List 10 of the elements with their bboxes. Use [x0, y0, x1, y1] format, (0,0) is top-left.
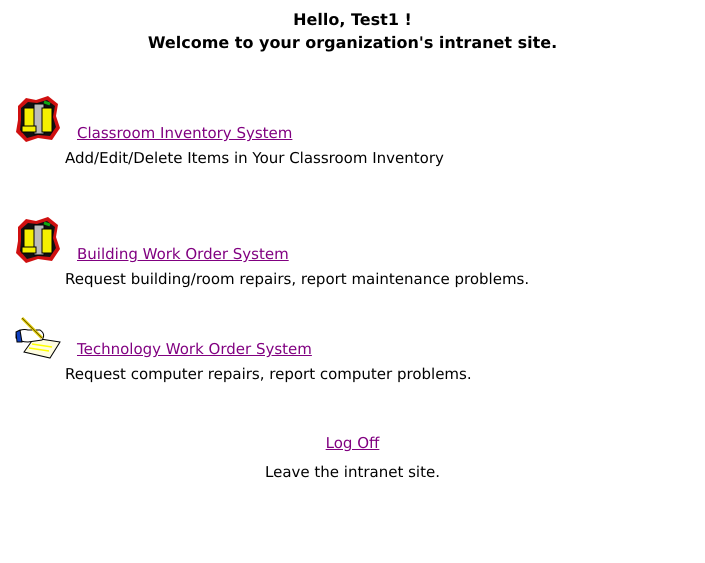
system-link[interactable]: Building Work Order System — [77, 243, 289, 265]
link-description: Request computer repairs, report computer problems. — [64, 364, 473, 385]
log-off-link[interactable]: Log Off — [326, 429, 380, 458]
greeting-heading: Hello, Test1 ! — [293, 9, 412, 31]
welcome-heading: Welcome to your organization's intranet site. — [148, 32, 558, 54]
link-description: Request building/room repairs, report maintenance problems. — [64, 269, 530, 290]
link-description: Add/Edit/Delete Items in Your Classroom Inventory — [64, 148, 445, 169]
link-description: Leave the intranet site. — [265, 462, 440, 483]
system-link[interactable]: Technology Work Order System — [77, 338, 312, 360]
system-link[interactable]: Classroom Inventory System — [77, 122, 292, 144]
